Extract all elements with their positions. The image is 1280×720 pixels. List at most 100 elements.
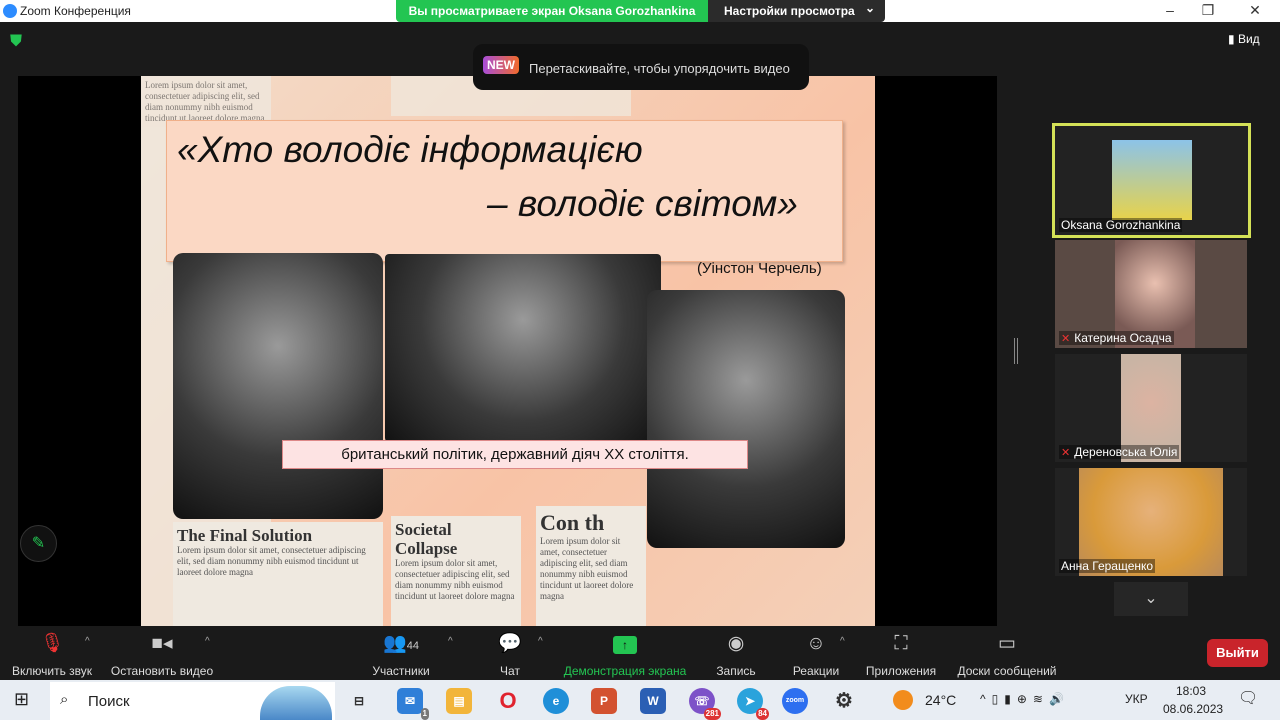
powerpoint-icon[interactable]: P xyxy=(591,688,617,714)
tip-text: Перетаскивайте, чтобы упорядочить видео xyxy=(529,61,790,76)
headline-1: The Final Solution xyxy=(177,526,313,545)
opera-icon[interactable]: O xyxy=(495,688,521,714)
video-camera-icon: ■◂ xyxy=(151,633,173,654)
chat-icon: 💬 xyxy=(498,633,522,654)
word-icon[interactable]: W xyxy=(640,688,666,714)
view-settings-label: Настройки просмотра xyxy=(724,4,855,18)
participants-button[interactable]: 👥44 Участники xyxy=(366,632,436,678)
participant-count: 44 xyxy=(406,640,419,652)
sharing-banner: Вы просматриваете экран Oksana Gorozhank… xyxy=(396,0,708,22)
telegram-icon[interactable]: ➤ 84 xyxy=(737,688,769,720)
participant-tile[interactable]: Анна Геращенко xyxy=(1055,468,1247,576)
apps-label: Приложения xyxy=(865,664,937,678)
system-tray-icons[interactable]: ^▯▮⊕≋🔊 xyxy=(980,692,1070,706)
clock-time[interactable]: 18:03 xyxy=(1176,684,1206,698)
whiteboards-label: Доски сообщений xyxy=(957,664,1057,678)
apps-button[interactable]: ⛶ Приложения xyxy=(862,632,940,678)
reactions-options-caret[interactable]: ^ xyxy=(840,636,845,647)
participant-tile[interactable]: ✕ Дереновська Юлія xyxy=(1055,354,1247,462)
zoom-logo-icon xyxy=(3,4,17,18)
annotate-pencil-icon[interactable]: ✎ xyxy=(20,525,57,562)
article-text: Lorem ipsum dolor sit amet, consectetuer… xyxy=(540,536,634,601)
viber-badge: 281 xyxy=(703,708,721,720)
churchill-photo-2 xyxy=(385,254,661,442)
window-title: Zoom Конференция xyxy=(20,4,131,18)
edge-icon[interactable]: e xyxy=(543,688,569,714)
share-screen-icon: ↑ xyxy=(560,632,690,656)
restore-button[interactable]: ❐ xyxy=(1198,2,1218,19)
apps-icon: ⛶ xyxy=(894,633,908,654)
churchill-photo-1 xyxy=(173,253,383,519)
article-text: Lorem ipsum dolor sit amet, consectetuer… xyxy=(395,558,515,601)
article-text: Lorem ipsum dolor sit amet, consectetuer… xyxy=(177,545,366,577)
participant-tile[interactable]: ✕ Катерина Осадча xyxy=(1055,240,1247,348)
view-button[interactable]: ▮ Вид xyxy=(1228,32,1260,46)
headline-2: Societal Collapse xyxy=(395,520,458,558)
stop-video-button[interactable]: ■◂ Остановить видео xyxy=(108,632,216,678)
participant-name: ✕ Дереновська Юлія xyxy=(1059,445,1180,459)
participant-video xyxy=(1112,140,1192,220)
quote-line-1: «Хто володіє інформацією xyxy=(177,129,643,170)
unmute-label: Включить звук xyxy=(11,664,93,678)
security-shield-icon[interactable]: ⛊ xyxy=(10,33,30,53)
participant-name: ✕ Катерина Осадча xyxy=(1059,331,1174,345)
taskbar-search[interactable]: ⌕ Поиск xyxy=(50,682,335,720)
newspaper-article-3: Con th Lorem ipsum dolor sit amet, consec… xyxy=(536,506,646,626)
view-label: Вид xyxy=(1237,32,1260,46)
search-placeholder: Поиск xyxy=(88,693,130,710)
zoom-taskbar-icon[interactable]: zoom xyxy=(782,688,808,714)
quote-author: (Уінстон Черчель) xyxy=(697,260,822,277)
meeting-toolbar: 🎙 Включить звук ^ ■◂ Остановить видео ^ 👥4… xyxy=(0,628,1280,680)
notifications-icon[interactable]: 🗨 xyxy=(1238,688,1258,708)
quote-box: «Хто володіє інформацією – володіє світо… xyxy=(166,120,843,262)
weather-temp[interactable]: 24°C xyxy=(925,692,956,708)
stop-video-label: Остановить видео xyxy=(110,664,214,678)
whale-illustration xyxy=(260,686,332,720)
participants-options-caret[interactable]: ^ xyxy=(448,636,453,647)
mic-muted-icon: ✕ xyxy=(1061,333,1071,345)
participant-name: Oksana Gorozhankina xyxy=(1059,218,1183,232)
reactions-label: Реакции xyxy=(792,664,840,678)
chat-button[interactable]: 💬 Чат xyxy=(490,632,530,678)
new-badge: NEW xyxy=(483,56,519,74)
whiteboard-icon: ▭ xyxy=(998,633,1016,654)
task-view-icon[interactable]: ⊟ xyxy=(346,688,372,714)
weather-icon[interactable] xyxy=(893,690,913,710)
newspaper-article-1: The Final Solution Lorem ipsum dolor sit … xyxy=(173,522,383,626)
headline-3: Con th xyxy=(540,510,605,535)
audio-options-caret[interactable]: ^ xyxy=(85,636,90,647)
viber-icon[interactable]: ☏ 281 xyxy=(689,688,721,720)
scroll-down-button[interactable]: ⌄ xyxy=(1114,582,1188,616)
share-screen-label: Демонстрация экрана xyxy=(563,664,687,678)
whiteboards-button[interactable]: ▭ Доски сообщений xyxy=(954,632,1060,678)
quote-line-2: – володіє світом» xyxy=(487,183,798,224)
participant-name-text: Дереновська Юлія xyxy=(1074,445,1178,459)
clock-date[interactable]: 08.06.2023 xyxy=(1163,702,1223,716)
view-settings-button[interactable]: Настройки просмотра ⌄ xyxy=(708,0,885,22)
reactions-icon: ☺ xyxy=(806,633,826,654)
close-button[interactable]: ✕ xyxy=(1245,2,1265,19)
settings-gear-icon[interactable]: ⚙ xyxy=(831,688,857,714)
minimize-button[interactable]: – xyxy=(1160,2,1180,18)
windows-start-icon[interactable]: ⊞ xyxy=(14,689,29,710)
slide-caption: британський політик, державний діяч XX с… xyxy=(282,440,748,469)
video-options-caret[interactable]: ^ xyxy=(205,636,210,647)
language-indicator[interactable]: УКР xyxy=(1125,692,1148,706)
share-screen-button[interactable]: ↑ Демонстрация экрана xyxy=(560,632,690,678)
resize-handle[interactable] xyxy=(1014,338,1018,364)
reactions-button[interactable]: ☺ Реакции xyxy=(788,632,844,678)
mail-app-icon[interactable]: ✉ 1 xyxy=(397,688,429,720)
search-icon: ⌕ xyxy=(60,691,69,708)
mic-muted-icon: 🎙 xyxy=(39,633,65,654)
chat-label: Чат xyxy=(500,664,520,678)
participants-label: Участники xyxy=(372,664,430,678)
record-button[interactable]: ◉ Запись xyxy=(712,632,760,678)
chat-options-caret[interactable]: ^ xyxy=(538,636,543,647)
record-label: Запись xyxy=(716,664,756,678)
unmute-button[interactable]: 🎙 Включить звук xyxy=(8,632,96,678)
leave-button[interactable]: Выйти xyxy=(1207,639,1268,667)
participant-tile[interactable]: Oksana Gorozhankina xyxy=(1052,123,1251,238)
file-explorer-icon[interactable]: ▤ xyxy=(446,688,472,714)
grid-icon: ▮ xyxy=(1228,32,1238,46)
churchill-photo-3 xyxy=(647,290,845,548)
